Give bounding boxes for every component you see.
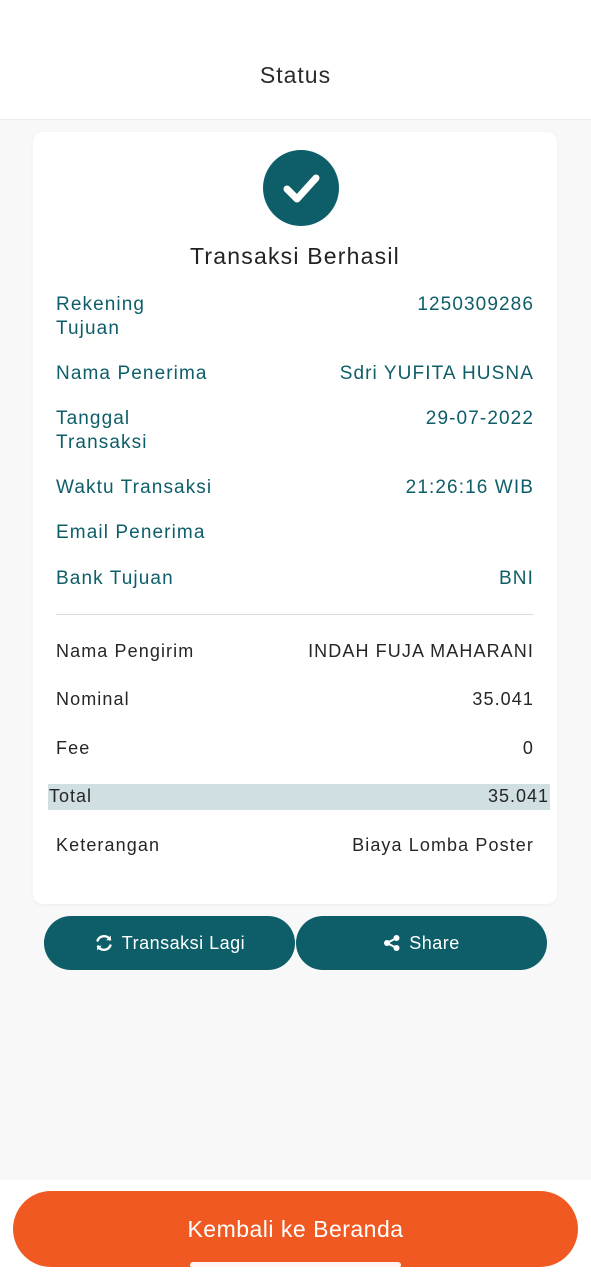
home-indicator [190,1262,401,1268]
receipt-card: Transaksi Berhasil Rekening Tujuan 12503… [33,132,557,904]
detail-label: Tanggal Transaksi [56,408,148,453]
note-label: Keterangan [56,835,161,855]
back-to-home-label: Kembali ke Beranda [187,1215,404,1242]
detail-value: BNI [499,568,534,589]
result-title: Transaksi Berhasil [190,243,400,269]
divider [56,614,534,615]
back-to-home-button[interactable]: Kembali ke Beranda [13,1191,578,1267]
summary-label: Nominal [56,689,130,709]
summary-label: Nama Pengirim [56,641,195,661]
total-label: Total [49,786,93,806]
share-label: Share [409,932,460,953]
status-bar [0,0,591,50]
detail-label: Waktu Transaksi [56,477,213,498]
summary-value: 35.041 [472,689,534,709]
share-button[interactable]: Share [296,916,547,970]
summary-value: 0 [522,738,534,758]
app-header: Status [0,50,591,120]
detail-label: Rekening Tujuan [56,294,146,339]
detail-value: Sdri YUFITA HUSNA [339,363,534,384]
total-row: Total 35.041 [48,784,550,810]
refresh-icon [94,933,114,953]
transaction-again-button[interactable]: Transaksi Lagi [44,916,295,970]
detail-label: Nama Penerima [56,363,208,384]
check-circle-icon [263,150,339,226]
total-value: 35.041 [487,786,549,806]
share-icon [383,934,401,952]
detail-label: Email Penerima [56,522,206,543]
detail-label: Bank Tujuan [56,568,174,589]
transaction-again-label: Transaksi Lagi [121,932,246,953]
page-title: Status [259,62,332,88]
summary-value: INDAH FUJA MAHARANI [308,641,534,661]
note-value: Biaya Lomba Poster [352,835,534,855]
detail-value: 29-07-2022 [425,408,534,429]
summary-label: Fee [56,738,91,758]
detail-value: 21:26:16 WIB [405,477,534,498]
detail-value: 1250309286 [417,294,534,315]
